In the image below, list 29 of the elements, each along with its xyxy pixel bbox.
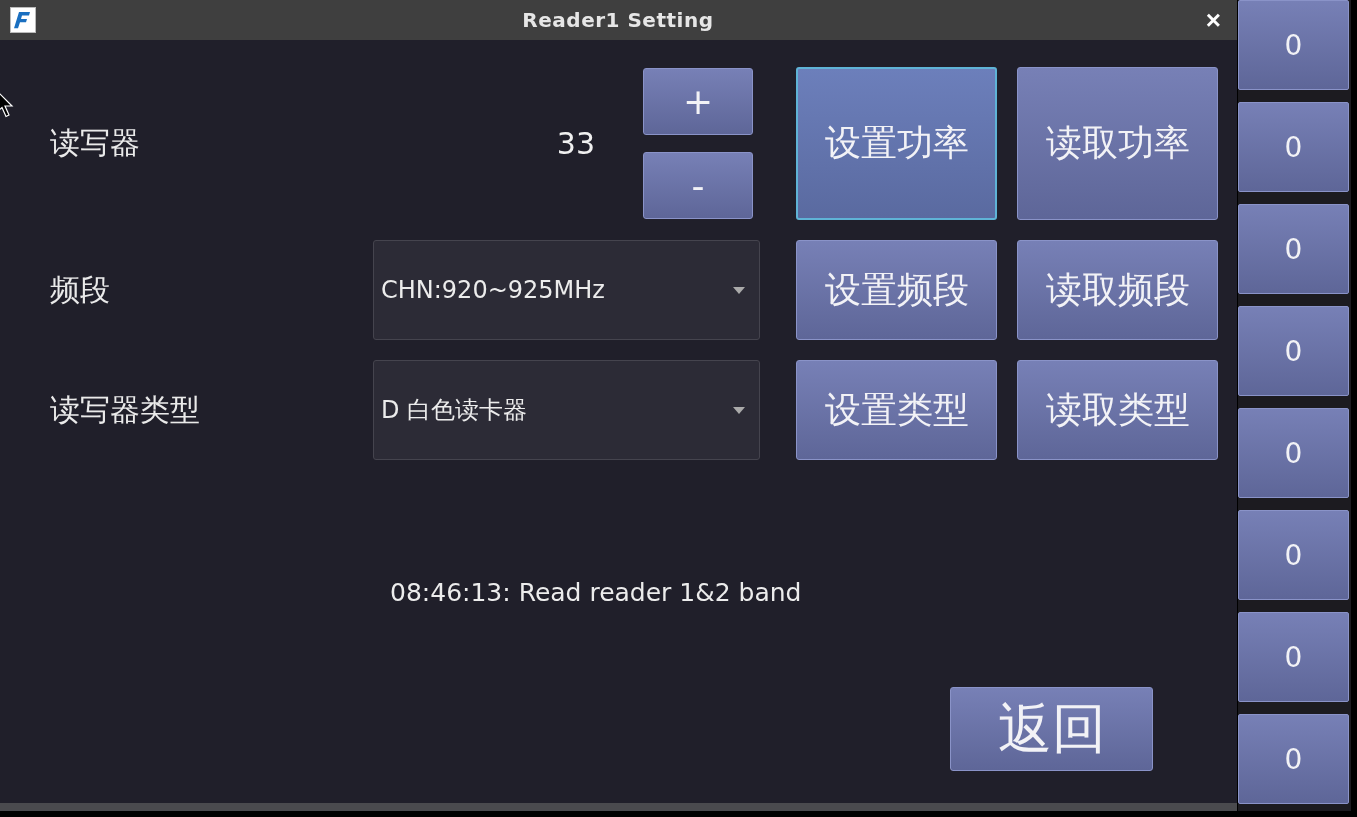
close-button[interactable]: × [1199, 4, 1227, 36]
increase-button[interactable]: + [643, 68, 753, 135]
action-button[interactable]: 读取频段 [1017, 240, 1218, 340]
counter-button[interactable]: 0 [1238, 0, 1349, 90]
counter-button[interactable]: 0 [1238, 612, 1349, 702]
action-button[interactable]: 设置频段 [796, 240, 997, 340]
field-label: 读写器类型 [50, 390, 200, 429]
back-button[interactable]: 返回 [950, 687, 1153, 771]
decrease-button[interactable]: - [643, 152, 753, 219]
counter-button[interactable]: 0 [1238, 306, 1349, 396]
field-label: 读写器 [50, 124, 140, 162]
window-title: Reader1 Setting [521, 8, 715, 32]
counter-button[interactable]: 0 [1238, 408, 1349, 498]
status-message: 08:46:13: Read reader 1&2 band [390, 578, 803, 607]
app-logo-icon [10, 7, 36, 33]
counter-button[interactable]: 0 [1238, 204, 1349, 294]
dropdown[interactable]: CHN:920~925MHz [373, 240, 760, 340]
field-label: 频段 [50, 270, 110, 309]
action-button[interactable]: 设置功率 [796, 67, 997, 220]
counter-button[interactable]: 0 [1238, 714, 1349, 804]
action-button[interactable]: 设置类型 [796, 360, 997, 460]
counter-button[interactable]: 0 [1238, 510, 1349, 600]
dropdown-caret-icon [733, 406, 745, 414]
power-value: 33 [556, 126, 595, 161]
dropdown[interactable]: D 白色读卡器 [373, 360, 760, 460]
counter-button[interactable]: 0 [1238, 102, 1349, 192]
dropdown-caret-icon [733, 286, 745, 294]
action-button[interactable]: 读取类型 [1017, 360, 1218, 460]
action-button[interactable]: 读取功率 [1017, 67, 1218, 220]
